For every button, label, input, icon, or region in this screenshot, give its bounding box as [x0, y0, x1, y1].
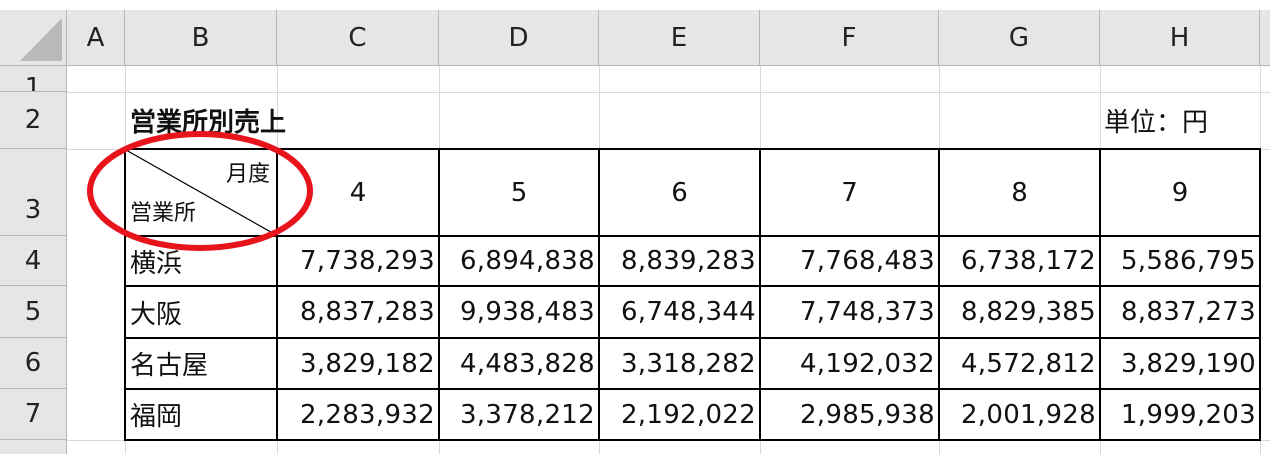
- office-name-cell[interactable]: 名古屋: [126, 339, 276, 388]
- column-header-f[interactable]: F: [760, 10, 939, 66]
- column-header-d[interactable]: D: [439, 10, 599, 66]
- month-header-cell[interactable]: 6: [600, 150, 759, 235]
- row-header-next[interactable]: [0, 440, 67, 454]
- column-header-c[interactable]: C: [277, 10, 439, 66]
- sales-cell[interactable]: 2,985,938: [761, 390, 938, 439]
- sales-cell[interactable]: 7,768,483: [761, 237, 938, 285]
- sales-cell[interactable]: 8,837,283: [278, 287, 438, 337]
- sales-cell[interactable]: 2,283,932: [278, 390, 438, 439]
- office-name-cell[interactable]: 横浜: [126, 237, 276, 285]
- spreadsheet: A B C D E F G H 1 2 3 4 5 6 7 営業所別売上 単位：…: [0, 0, 1270, 454]
- sales-cell[interactable]: 8,829,385: [940, 287, 1099, 337]
- column-header-b[interactable]: B: [125, 10, 277, 66]
- sales-cell[interactable]: 6,748,344: [600, 287, 759, 337]
- sales-cell[interactable]: 3,318,282: [600, 339, 759, 388]
- row-header-5[interactable]: 5: [0, 286, 67, 338]
- sales-cell[interactable]: 2,192,022: [600, 390, 759, 439]
- diagonal-header-cell[interactable]: 月度 営業所: [126, 150, 276, 235]
- month-header-cell[interactable]: 9: [1101, 150, 1259, 235]
- office-name-cell[interactable]: 福岡: [126, 390, 276, 439]
- sales-cell[interactable]: 6,894,838: [440, 237, 598, 285]
- row-header-1[interactable]: 1: [0, 66, 67, 92]
- diagonal-header-office-label: 営業所: [130, 201, 197, 226]
- sheet-title[interactable]: 営業所別売上: [130, 92, 430, 149]
- select-all-corner[interactable]: [0, 10, 67, 66]
- table-border: [1259, 148, 1261, 441]
- select-all-triangle-icon: [20, 18, 62, 61]
- month-header-cell[interactable]: 5: [440, 150, 598, 235]
- sales-cell[interactable]: 3,378,212: [440, 390, 598, 439]
- column-header-a[interactable]: A: [67, 10, 125, 66]
- office-name-cell[interactable]: 大阪: [126, 287, 276, 337]
- column-header-h[interactable]: H: [1100, 10, 1260, 66]
- sales-cell[interactable]: 2,001,928: [940, 390, 1099, 439]
- sales-cell[interactable]: 4,192,032: [761, 339, 938, 388]
- sales-cell[interactable]: 7,748,373: [761, 287, 938, 337]
- row-header-4[interactable]: 4: [0, 236, 67, 286]
- sales-cell[interactable]: 3,829,190: [1101, 339, 1259, 388]
- sales-cell[interactable]: 8,839,283: [600, 237, 759, 285]
- row-header-3[interactable]: 3: [0, 149, 67, 236]
- row-header-7[interactable]: 7: [0, 389, 67, 440]
- sales-cell[interactable]: 4,572,812: [940, 339, 1099, 388]
- unit-label[interactable]: 単位：円: [1104, 92, 1254, 149]
- month-header-cell[interactable]: 7: [761, 150, 938, 235]
- diagonal-header-month-label: 月度: [225, 162, 270, 187]
- sales-cell[interactable]: 1,999,203: [1101, 390, 1259, 439]
- month-header-cell[interactable]: 4: [278, 150, 438, 235]
- sales-cell[interactable]: 7,738,293: [278, 237, 438, 285]
- column-header-g[interactable]: G: [939, 10, 1100, 66]
- column-header-next[interactable]: [1260, 10, 1270, 66]
- sales-cell[interactable]: 8,837,273: [1101, 287, 1259, 337]
- sales-cell[interactable]: 3,829,182: [278, 339, 438, 388]
- sales-cell[interactable]: 4,483,828: [440, 339, 598, 388]
- month-header-cell[interactable]: 8: [940, 150, 1099, 235]
- sales-cell[interactable]: 5,586,795: [1101, 237, 1259, 285]
- row-header-2[interactable]: 2: [0, 92, 67, 149]
- row-header-6[interactable]: 6: [0, 338, 67, 389]
- sales-cell[interactable]: 6,738,172: [940, 237, 1099, 285]
- sales-cell[interactable]: 9,938,483: [440, 287, 598, 337]
- column-header-e[interactable]: E: [599, 10, 760, 66]
- table-border: [124, 439, 1261, 441]
